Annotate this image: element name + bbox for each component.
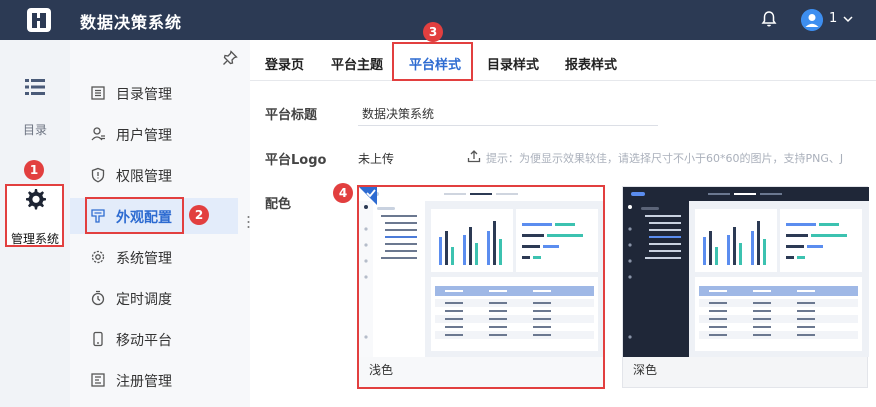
menu-item-permissions[interactable]: 权限管理 <box>70 157 250 193</box>
shield-icon <box>91 167 105 183</box>
step-badge-4: 4 <box>333 183 353 203</box>
step-badge-2: 2 <box>189 205 209 225</box>
menu-item-label: 权限管理 <box>116 169 172 185</box>
highlight-box-appearance <box>85 197 184 234</box>
tab-report-style[interactable]: 报表样式 <box>565 54 617 73</box>
step-badge-1: 1 <box>24 160 44 180</box>
chevron-down-icon[interactable] <box>842 13 854 25</box>
tab-login-page[interactable]: 登录页 <box>265 54 304 73</box>
highlight-box-light-scheme <box>357 185 605 389</box>
menu-item-label: 系统管理 <box>116 251 172 267</box>
menu-item-users[interactable]: 用户管理 <box>70 116 250 152</box>
menu-item-label: 用户管理 <box>116 128 172 144</box>
tab-directory-style[interactable]: 目录样式 <box>487 54 539 73</box>
timer-icon <box>91 290 105 306</box>
menu-item-label: 定时调度 <box>116 292 172 308</box>
highlight-box-management <box>5 184 64 247</box>
app-title: 数据决策系统 <box>80 13 183 32</box>
menu-item-label: 目录管理 <box>116 87 172 103</box>
platform-logo-label: 平台Logo <box>265 153 327 168</box>
platform-title-value: 数据决策系统 <box>362 107 435 121</box>
menu-item-system[interactable]: 系统管理 <box>70 239 250 275</box>
logo-hint-text: 提示：为便显示效果较佳，请选择尺寸不小于60*60的图片，支持PNG、J <box>486 152 844 165</box>
scheme-card-dark[interactable]: 深色 <box>622 186 869 388</box>
user-name[interactable]: 1 <box>829 11 837 26</box>
menu-item-label: 移动平台 <box>116 333 172 349</box>
menu-item-mobile[interactable]: 移动平台 <box>70 321 250 357</box>
color-scheme-label: 配色 <box>265 197 292 212</box>
bell-icon[interactable] <box>760 10 778 28</box>
menu-item-register[interactable]: 注册管理 <box>70 362 250 398</box>
platform-title-label: 平台标题 <box>265 108 318 123</box>
rail-directory-label[interactable]: 目录 <box>23 121 47 138</box>
gear-icon <box>91 250 105 264</box>
step-badge-3: 3 <box>423 22 443 42</box>
pin-icon[interactable] <box>222 50 238 66</box>
user-icon <box>91 127 105 141</box>
list-icon[interactable] <box>24 78 46 96</box>
tab-platform-theme[interactable]: 平台主题 <box>331 54 383 73</box>
logo-upload-status: 未上传 <box>358 152 395 166</box>
dark-scheme-preview <box>623 187 869 357</box>
mobile-icon <box>93 331 103 347</box>
user-avatar[interactable] <box>801 9 823 31</box>
register-icon <box>91 373 105 387</box>
platform-title-input[interactable]: 数据决策系统 <box>358 101 658 126</box>
tabs-divider <box>250 80 876 81</box>
catalog-icon <box>91 86 105 100</box>
upload-icon[interactable] <box>466 148 482 164</box>
scheme-dark-label: 深色 <box>633 363 658 377</box>
menu-item-label: 注册管理 <box>116 374 172 390</box>
highlight-box-platform-style <box>392 42 473 81</box>
logo-icon <box>27 8 51 32</box>
menu-item-catalog[interactable]: 目录管理 <box>70 75 250 111</box>
menu-item-schedule[interactable]: 定时调度 <box>70 280 250 316</box>
